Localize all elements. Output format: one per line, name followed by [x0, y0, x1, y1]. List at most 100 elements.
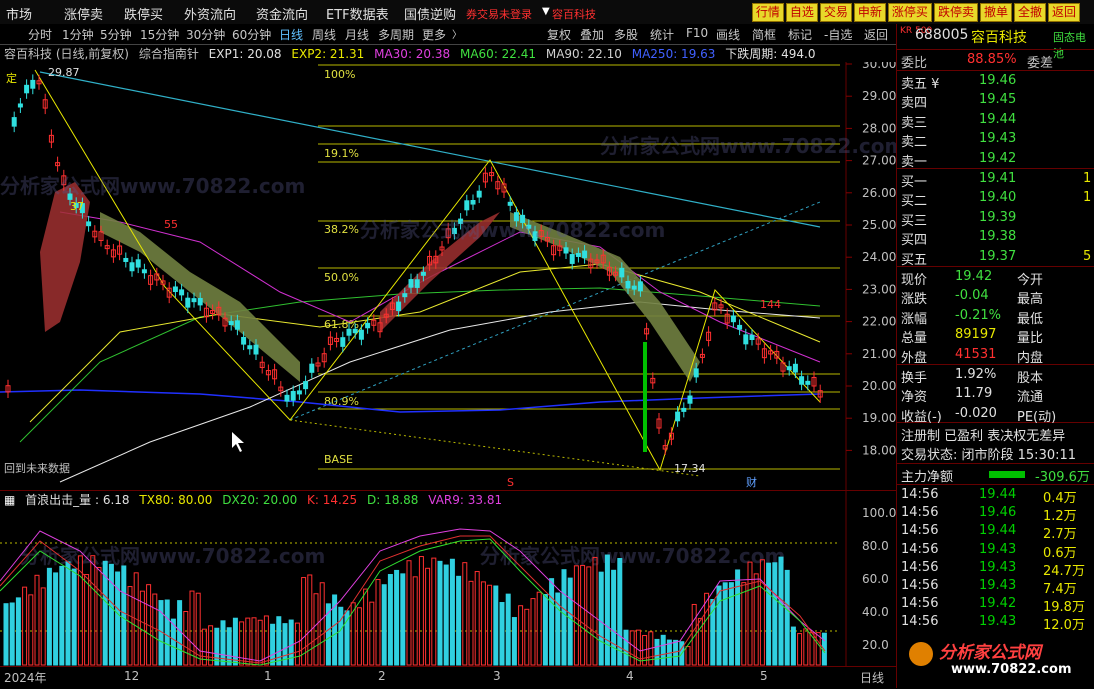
ding-mark: 定	[6, 71, 17, 85]
quote-row: 卖五 ¥ 19.46	[897, 72, 1094, 92]
quote-row: 涨幅 -0.21% 最低	[897, 307, 1094, 327]
menu-bar: 市场 涨停卖 跌停买 外资流向 资金流向 ETF数据表 国债逆购 券交易未登录 …	[0, 0, 1094, 25]
financial-report-mark[interactable]: 财	[746, 475, 757, 489]
volume-bar	[474, 571, 480, 666]
buy-level-price: 19.37	[979, 248, 1017, 264]
quote-row: 买三 19.39	[897, 209, 1094, 229]
menu-limit-down-buy[interactable]: 跌停买	[124, 4, 163, 23]
stats-button[interactable]: 统计	[650, 26, 674, 43]
stock-header: KR 500 688005 容百科技 固态电池	[897, 26, 1094, 60]
tick-price: 19.43	[979, 614, 1017, 630]
chevron-down-icon[interactable]: ▼	[542, 6, 550, 17]
candlestick-chart[interactable]: 100% 19.1% 38.2% 50.0% 61.8% 80.9% BASE …	[0, 62, 896, 490]
sell-level-label: 卖一	[901, 154, 928, 170]
indicator-name[interactable]: 综合指南针	[139, 47, 199, 61]
simple-frame-button[interactable]: 简框	[752, 26, 776, 43]
tab-15min[interactable]: 15分钟	[140, 26, 179, 43]
tab-30min[interactable]: 30分钟	[186, 26, 225, 43]
menu-repo[interactable]: 国债逆购	[404, 4, 456, 23]
volume-bar	[716, 585, 722, 666]
stat2-label: 换手	[901, 371, 928, 386]
price-tick-label: 20.00	[862, 379, 896, 393]
tick-price: 19.46	[979, 505, 1017, 521]
menu-foreign-flow[interactable]: 外资流向	[184, 4, 236, 23]
back-button[interactable]: 返回	[1047, 3, 1080, 22]
future-data-note[interactable]: 回到未来数据	[4, 461, 70, 475]
price-tick-label: 26.00	[862, 186, 896, 200]
mark-button[interactable]: 标记	[788, 26, 812, 43]
toolbar-back-button[interactable]: 返回	[864, 26, 888, 43]
volume-indicator-chart[interactable]: 100.0 80.0 60.0 40.0 20.0	[0, 490, 896, 667]
volume-bar	[84, 574, 90, 666]
volume-bar	[530, 598, 536, 666]
tx80-value: TX80: 80.00	[139, 493, 213, 507]
volume-bar	[301, 577, 307, 666]
tab-60min[interactable]: 60分钟	[232, 26, 271, 43]
candle-body	[11, 117, 17, 127]
volume-bar	[356, 607, 362, 666]
quote-row: 换手 1.92% 股本	[897, 366, 1094, 386]
ipo-button[interactable]: 申新	[853, 3, 886, 22]
volume-bar	[803, 628, 809, 666]
draw-line-button[interactable]: 画线	[716, 26, 740, 43]
tab-weekly[interactable]: 周线	[312, 26, 336, 43]
stock-name: 容百科技	[971, 30, 1027, 46]
brand-block: 分析家公式网 www.70822.com	[907, 636, 1093, 684]
limit-down-sell-button[interactable]: 跌停卖	[933, 3, 978, 22]
x-period-label[interactable]: 日线	[860, 669, 884, 686]
volume-bar	[338, 606, 344, 666]
fib-label-382: 38.2%	[324, 223, 359, 236]
tick-volume: 0.4万	[1043, 491, 1077, 506]
menu-market[interactable]: 市场	[6, 4, 32, 23]
volume-bar	[257, 619, 263, 666]
candle-body	[309, 363, 315, 373]
quote-row: 总量 89197 量比	[897, 326, 1094, 346]
overlay-button[interactable]: 叠加	[580, 26, 604, 43]
cancel-all-button[interactable]: 全撤	[1013, 3, 1046, 22]
tab-more[interactable]: 更多	[422, 26, 446, 43]
candle-body	[30, 79, 36, 89]
candle-body	[786, 366, 792, 371]
tab-monthly[interactable]: 月线	[345, 26, 369, 43]
fib-label-100: 100%	[324, 68, 355, 81]
candle-body	[228, 321, 234, 326]
chevron-right-icon[interactable]: 〉	[452, 26, 462, 41]
limit-up-buy-button[interactable]: 涨停买	[887, 3, 932, 22]
tab-intraday[interactable]: 分时	[28, 26, 52, 43]
watchlist-button[interactable]: 自选	[785, 3, 818, 22]
multi-stock-button[interactable]: 多股	[614, 26, 638, 43]
volume-bar	[586, 566, 592, 666]
tab-multi-period[interactable]: 多周期	[378, 26, 414, 43]
candle-body	[693, 368, 699, 378]
cancel-order-button[interactable]: 撤单	[979, 3, 1012, 22]
x-label-feb: 2	[378, 669, 386, 683]
menu-capital-flow[interactable]: 资金流向	[256, 4, 308, 23]
brand-name: 分析家公式网	[939, 643, 1041, 663]
sell-level-label: 卖三	[901, 115, 928, 131]
stat2-value: 11.79	[955, 386, 993, 402]
quote-row: 14:56 19.43 12.0万	[897, 613, 1094, 633]
volume-bar	[381, 584, 387, 666]
tab-1min[interactable]: 1分钟	[62, 26, 94, 43]
grid-icon[interactable]: ▦	[4, 493, 15, 507]
buy-level-label: 买二	[901, 194, 928, 210]
var9-value: VAR9: 33.81	[428, 493, 503, 507]
menu-limit-up-sell[interactable]: 涨停卖	[64, 4, 103, 23]
trade-button[interactable]: 交易	[819, 3, 852, 22]
buy-level-label: 买五	[901, 252, 928, 268]
quote-button[interactable]: 行情	[751, 3, 784, 22]
adjust-button[interactable]: 复权	[547, 26, 571, 43]
sub-indicator-name[interactable]: 首浪出击_量 : 6.18	[25, 493, 129, 507]
tab-5min[interactable]: 5分钟	[100, 26, 132, 43]
stat-label: 涨跌	[901, 292, 928, 308]
tick-price: 19.42	[979, 596, 1017, 612]
tab-daily[interactable]: 日线	[279, 26, 303, 43]
remove-watchlist-button[interactable]: -自选	[824, 26, 852, 43]
f10-button[interactable]: F10	[686, 26, 708, 40]
flow-bar	[989, 471, 1025, 478]
sell-level-label: 卖四	[901, 96, 928, 112]
volume-bar	[115, 571, 121, 666]
volume-bar	[617, 558, 623, 666]
menu-etf-table[interactable]: ETF数据表	[326, 4, 389, 23]
login-alert[interactable]: 券交易未登录	[466, 6, 532, 22]
